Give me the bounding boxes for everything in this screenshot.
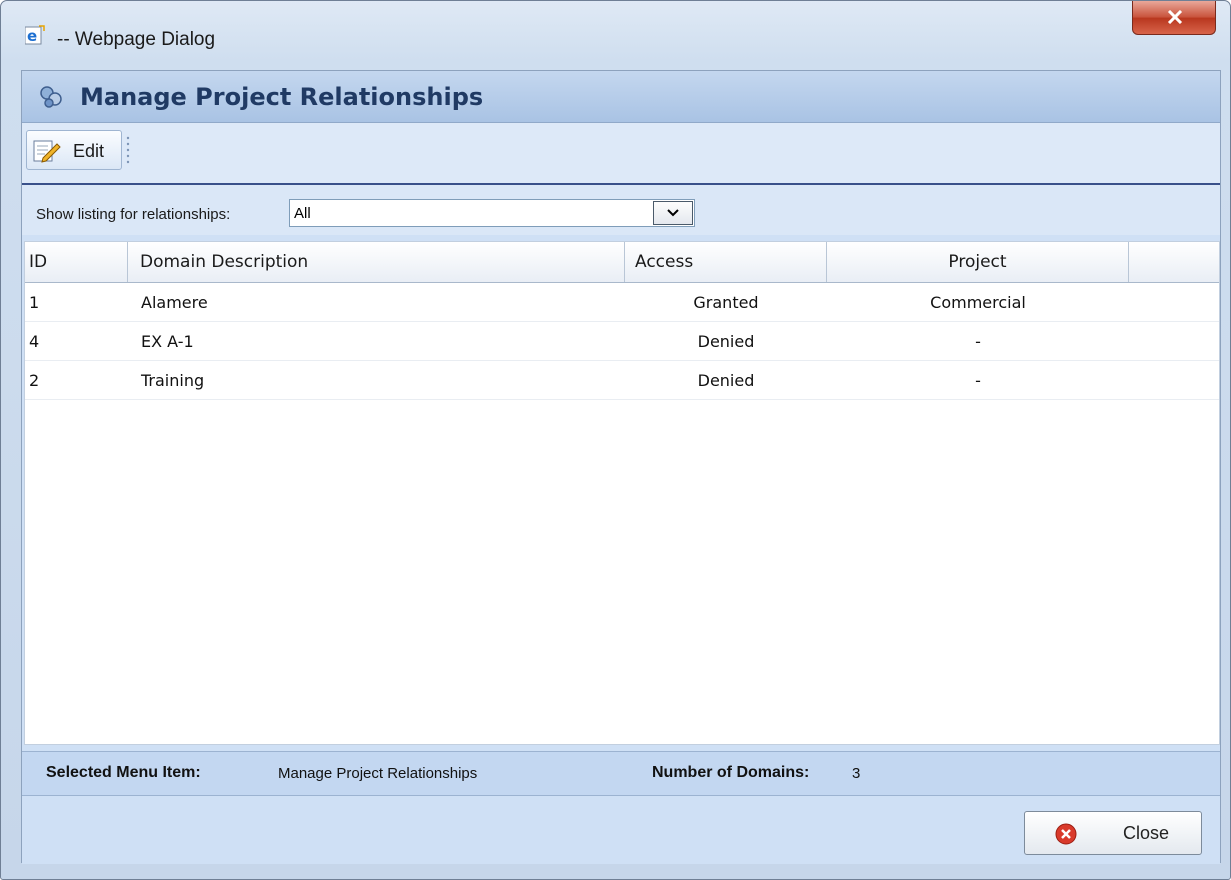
relationship-filter-select[interactable]: All xyxy=(289,199,695,227)
dialog-footer: Close xyxy=(22,796,1220,864)
domain-count-value: 3 xyxy=(852,765,861,782)
edit-label: Edit xyxy=(73,141,105,161)
page-header: Manage Project Relationships xyxy=(22,71,1220,123)
cell-id: 4 xyxy=(29,332,40,351)
close-circle-icon xyxy=(1055,823,1077,845)
filter-bar: Show listing for relationships: All xyxy=(22,185,1220,235)
table-header: ID Domain Description Access Project xyxy=(25,242,1219,283)
selected-menu-item-label: Selected Menu Item: xyxy=(46,764,201,781)
close-x-icon xyxy=(1167,10,1183,24)
column-header-access[interactable]: Access xyxy=(625,242,827,282)
edit-button[interactable]: Edit xyxy=(26,130,122,170)
window-title: -- Webpage Dialog xyxy=(57,29,216,50)
dialog-window: e -- Webpage Dialog Manage Project Relat… xyxy=(0,0,1231,880)
relationships-icon xyxy=(40,86,62,108)
close-label: Close xyxy=(1123,823,1170,843)
domains-table: ID Domain Description Access Project 1 A… xyxy=(24,241,1220,745)
column-header-id[interactable]: ID xyxy=(25,242,128,282)
select-value: All xyxy=(294,205,311,222)
domain-count-label: Number of Domains: xyxy=(652,764,810,781)
cell-access: Denied xyxy=(697,332,755,351)
table-row[interactable]: 2 Training Denied - xyxy=(25,361,1219,400)
cell-id: 2 xyxy=(29,371,40,390)
table-row[interactable]: 4 EX A-1 Denied - xyxy=(25,322,1219,361)
cell-project: - xyxy=(975,332,981,351)
toolbar-grip[interactable] xyxy=(126,135,130,165)
dropdown-arrow-button[interactable] xyxy=(653,201,693,225)
internet-explorer-icon: e xyxy=(24,25,45,45)
title-bar: e -- Webpage Dialog xyxy=(1,1,1230,51)
page-title: Manage Project Relationships xyxy=(80,83,484,111)
cell-description: Training xyxy=(141,371,205,390)
cell-project: - xyxy=(975,371,981,390)
cell-project: Commercial xyxy=(930,293,1026,312)
status-bar: Selected Menu Item: Manage Project Relat… xyxy=(22,751,1220,796)
filter-label: Show listing for relationships: xyxy=(36,206,231,223)
toolbar: Edit xyxy=(22,123,1220,185)
svg-text:e: e xyxy=(27,27,37,45)
column-header-extra xyxy=(1129,242,1219,282)
cell-description: EX A-1 xyxy=(141,332,194,351)
close-button[interactable]: Close xyxy=(1024,811,1202,855)
cell-access: Granted xyxy=(693,293,759,312)
cell-description: Alamere xyxy=(141,293,208,312)
cell-access: Denied xyxy=(697,371,755,390)
dialog-content: Manage Project Relationships Edit Show l… xyxy=(21,70,1221,864)
window-close-button[interactable] xyxy=(1132,1,1216,35)
column-header-domain-description[interactable]: Domain Description xyxy=(128,242,625,282)
table-row[interactable]: 1 Alamere Granted Commercial xyxy=(25,283,1219,322)
cell-id: 1 xyxy=(29,293,40,312)
selected-menu-item-value: Manage Project Relationships xyxy=(278,765,478,782)
column-header-project[interactable]: Project xyxy=(827,242,1129,282)
chevron-down-icon xyxy=(667,209,679,217)
edit-pencil-icon xyxy=(33,140,61,163)
